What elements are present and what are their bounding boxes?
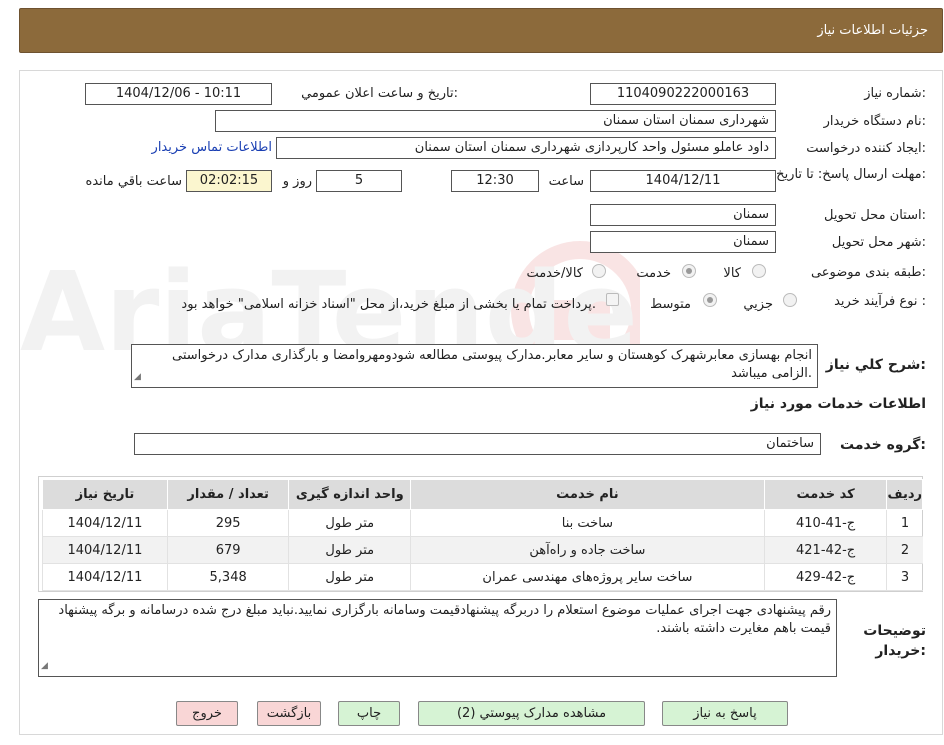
table-header-row: رديف کد خدمت نام خدمت واحد اندازه گیری ت… — [42, 479, 923, 510]
cell-date: 1404/12/11 — [42, 509, 168, 537]
services-section-title: اطلاعات خدمات مورد نياز — [750, 396, 926, 412]
service-group-label: گروه خدمت: — [840, 437, 926, 453]
category-option-both: کالا/خدمت — [526, 266, 583, 281]
view-attachments-button[interactable]: مشاهده مدارک پيوستي (2) — [418, 701, 645, 726]
deadline-time-label: ساعت — [548, 174, 584, 189]
description-textarea[interactable]: انجام بهسازی معابرشهرک کوهستان و سایر مع… — [131, 344, 818, 388]
deadline-date-field: 1404/12/11 — [590, 170, 776, 192]
process-label: نوع فرآیند خرید : — [834, 294, 926, 309]
province-field: سمنان — [590, 204, 776, 226]
exit-button[interactable]: خروج — [176, 701, 238, 726]
treasury-payment-checkbox[interactable] — [606, 293, 619, 306]
need-number-label: شماره نیاز: — [864, 86, 926, 101]
table-row: 2 ج-42-421 ساخت جاده و راه‌آهن متر طول 6… — [42, 536, 923, 564]
category-radio-goods[interactable] — [752, 264, 766, 278]
print-button[interactable]: چاپ — [338, 701, 400, 726]
creator-field: داود عاملو مسئول واحد کارپردازی شهرداری … — [276, 137, 776, 159]
process-option-medium: متوسط — [650, 297, 691, 312]
need-number-field: 1104090222000163 — [590, 83, 776, 105]
cell-date: 1404/12/11 — [42, 563, 168, 591]
cell-qty: 5,348 — [166, 563, 289, 591]
services-table: رديف کد خدمت نام خدمت واحد اندازه گیری ت… — [42, 479, 923, 591]
resize-grip-icon[interactable]: ◢ — [41, 657, 48, 675]
buyer-contact-link[interactable]: اطلاعات تماس خريدار — [152, 140, 272, 155]
service-group-field: ساختمان — [134, 433, 821, 455]
page-header: جزئیات اطلاعات نیاز — [19, 8, 943, 53]
city-field: سمنان — [590, 231, 776, 253]
days-field: 5 — [316, 170, 402, 192]
remaining-time-field: 02:02:15 — [186, 170, 272, 192]
buyer-notes-label: توضیحات خریدار: — [863, 623, 926, 659]
cell-code: ج-42-421 — [763, 536, 887, 564]
treasury-payment-note: پرداخت تمام یا بخشی از مبلغ خرید،از محل … — [181, 297, 596, 312]
announce-date-label: تاریخ و ساعت اعلان عمومي: — [301, 86, 458, 101]
process-radio-medium[interactable] — [703, 293, 717, 307]
description-label: شرح كلي نياز: — [825, 357, 926, 373]
announce-date-field: 1404/12/06 - 10:11 — [85, 83, 272, 105]
cell-code: ج-42-429 — [763, 563, 887, 591]
cell-index: 1 — [886, 509, 923, 537]
category-option-service: خدمت — [636, 266, 671, 281]
resize-grip-icon[interactable]: ◢ — [134, 368, 141, 386]
remaining-time-label: ساعت باقي مانده — [85, 174, 182, 189]
cell-unit: متر طول — [288, 509, 411, 537]
col-header-index: رديف — [886, 479, 923, 510]
cell-qty: 295 — [166, 509, 289, 537]
deadline-time-field: 12:30 — [451, 170, 539, 192]
cell-name: ساخت جاده و راه‌آهن — [410, 536, 765, 564]
buyer-notes-textarea[interactable]: رقم پیشنهادی جهت اجرای عملیات موضوع استع… — [38, 599, 837, 677]
cell-index: 2 — [886, 536, 923, 564]
reply-button[interactable]: پاسخ به نياز — [662, 701, 788, 726]
cell-index: 3 — [886, 563, 923, 591]
cell-qty: 679 — [166, 536, 289, 564]
table-row: 1 ج-41-410 ساخت بنا متر طول 295 1404/12/… — [42, 509, 923, 537]
cell-name: ساخت بنا — [410, 509, 765, 537]
buyer-notes-text: رقم پیشنهادی جهت اجرای عملیات موضوع استع… — [58, 603, 831, 636]
col-header-unit: واحد اندازه گیری — [288, 479, 412, 510]
col-header-qty: تعداد / مقدار — [166, 479, 290, 510]
col-header-date: تاریخ نیاز — [42, 479, 168, 510]
category-radio-both[interactable] — [592, 264, 606, 278]
creator-label: ایجاد کننده درخواست: — [806, 141, 926, 156]
back-button[interactable]: بازگشت — [257, 701, 321, 726]
cell-unit: متر طول — [288, 536, 411, 564]
cell-code: ج-41-410 — [763, 509, 887, 537]
page-title: جزئیات اطلاعات نیاز — [817, 23, 928, 38]
province-label: استان محل تحویل: — [824, 208, 926, 223]
col-header-code: کد خدمت — [763, 479, 888, 510]
city-label: شهر محل تحویل: — [831, 235, 926, 250]
description-text: انجام بهسازی معابرشهرک کوهستان و سایر مع… — [172, 348, 812, 381]
category-option-goods: کالا — [723, 266, 741, 281]
deadline-label: مهلت ارسال پاسخ: تا تاریخ: — [776, 167, 926, 182]
cell-name: ساخت سایر پروژه‌های مهندسی عمران — [410, 563, 765, 591]
category-label: طبقه بندی موضوعی: — [810, 265, 926, 280]
cell-date: 1404/12/11 — [42, 536, 168, 564]
buyer-org-label: نام دستگاه خريدار: — [823, 114, 926, 129]
process-radio-minor[interactable] — [783, 293, 797, 307]
cell-unit: متر طول — [288, 563, 411, 591]
process-option-minor: جزيي — [743, 297, 773, 312]
days-label: روز و — [282, 174, 312, 189]
buyer-org-field: شهرداری سمنان استان سمنان — [215, 110, 776, 132]
category-radio-service[interactable] — [682, 264, 696, 278]
table-row: 3 ج-42-429 ساخت سایر پروژه‌های مهندسی عم… — [42, 563, 923, 591]
col-header-name: نام خدمت — [410, 479, 765, 510]
